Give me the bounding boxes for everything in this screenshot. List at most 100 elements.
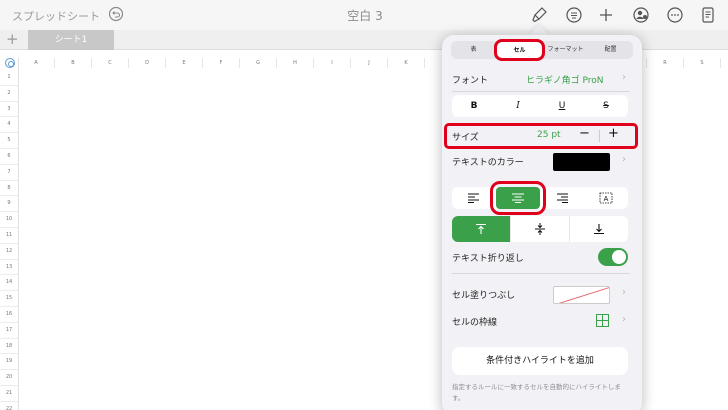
horizontal-align-bar: A [452, 181, 628, 215]
font-value: ヒラギノ角ゴ ProN [526, 76, 604, 86]
strikethrough-button[interactable]: S [584, 95, 628, 117]
column-header[interactable]: C [92, 58, 129, 68]
align-justify-button[interactable]: A [584, 187, 628, 209]
more-icon[interactable] [666, 6, 684, 24]
font-row[interactable]: フォント ヒラギノ角ゴ ProN › [442, 68, 642, 90]
format-popover: 表 セル フォーマット 配置 フォント ヒラギノ角ゴ ProN › B I U … [442, 35, 642, 410]
cell-fill-row[interactable]: セル塗りつぶし › [442, 283, 642, 305]
conditional-highlight-note: 指定するルールに一致するセルを自動的にハイライトします。 [452, 383, 621, 402]
increase-size-button[interactable]: + [608, 126, 619, 141]
font-label: フォント [452, 76, 489, 86]
row-header[interactable]: 4 [0, 117, 18, 134]
column-header[interactable]: R [647, 58, 684, 68]
sheet-tab[interactable]: シート1 [28, 30, 114, 50]
wrap-text-toggle[interactable] [598, 248, 628, 266]
underline-button[interactable]: U [540, 95, 584, 117]
text-color-swatch[interactable] [553, 153, 610, 171]
decrease-size-button[interactable]: − [579, 126, 590, 141]
row-header[interactable]: 11 [0, 228, 18, 244]
document-title[interactable]: 空白 3 [320, 7, 410, 24]
italic-button[interactable]: I [496, 95, 540, 117]
insert-icon[interactable] [565, 6, 583, 24]
tab-format[interactable]: フォーマット [543, 41, 588, 59]
column-header[interactable]: A [18, 58, 55, 68]
row-header[interactable]: 10 [0, 212, 18, 228]
row-header[interactable]: 5 [0, 133, 18, 149]
border-grid-icon[interactable] [596, 314, 609, 327]
bold-button[interactable]: B [452, 95, 496, 117]
column-header[interactable]: B [55, 58, 92, 68]
column-header[interactable]: H [277, 58, 314, 68]
row-header[interactable]: 9 [0, 196, 18, 213]
text-color-row[interactable]: テキストのカラー › [442, 150, 642, 172]
align-middle-icon [535, 223, 545, 235]
column-header[interactable]: D [129, 58, 166, 68]
row-header[interactable]: 18 [0, 339, 18, 355]
row-header[interactable]: 19 [0, 354, 18, 371]
column-header[interactable]: G [240, 58, 277, 68]
row-header[interactable]: 2 [0, 86, 18, 102]
column-header[interactable]: F [203, 58, 240, 68]
row-headers: 1 2 3 4 5 6 7 8 9 10 11 12 13 14 15 16 17 18 19 20 21 22 [0, 70, 18, 410]
format-brush-icon[interactable] [531, 6, 549, 24]
wrap-text-label: テキスト折り返し [452, 254, 524, 264]
row-header[interactable]: 8 [0, 181, 18, 197]
row-header[interactable]: 12 [0, 244, 18, 260]
row-header[interactable]: 13 [0, 260, 18, 276]
add-conditional-highlight-button[interactable]: 条件付きハイライトを追加 [452, 347, 628, 375]
tab-cell[interactable]: セル [494, 39, 545, 61]
row-header[interactable]: 17 [0, 323, 18, 339]
no-fill-icon [558, 287, 609, 303]
row-header[interactable]: 3 [0, 102, 18, 118]
grid-divider [18, 58, 19, 410]
align-center-button[interactable] [490, 181, 546, 215]
row-header[interactable]: 1 [0, 70, 18, 86]
text-style-bar: B I U S [452, 95, 628, 117]
undo-icon[interactable] [108, 6, 124, 22]
cell-fill-label: セル塗りつぶし [452, 291, 516, 301]
row-header[interactable]: 6 [0, 149, 18, 165]
size-value[interactable]: 25 pt [537, 130, 561, 140]
tab-table[interactable]: 表 [451, 41, 496, 59]
row-header[interactable]: 15 [0, 291, 18, 307]
cell-border-row[interactable]: セルの枠線 › [442, 310, 642, 332]
add-icon[interactable] [597, 6, 615, 24]
align-right-button[interactable] [540, 187, 584, 209]
back-to-spreadsheets-link[interactable]: スプレッドシート [12, 8, 100, 24]
divider [452, 273, 630, 274]
column-header[interactable]: I [314, 58, 351, 68]
document-icon[interactable] [699, 6, 717, 24]
align-middle-button[interactable] [511, 216, 570, 242]
tab-arrange[interactable]: 配置 [588, 41, 633, 59]
align-bottom-button[interactable] [570, 216, 628, 242]
column-header[interactable]: E [166, 58, 203, 68]
row-header[interactable]: 20 [0, 370, 18, 386]
vertical-align-bar [452, 216, 628, 242]
add-sheet-button[interactable]: + [6, 31, 19, 48]
collaborate-icon[interactable] [632, 6, 650, 24]
row-header[interactable]: 22 [0, 402, 18, 410]
size-label: サイズ [452, 133, 479, 143]
top-toolbar: スプレッドシート 空白 3 [0, 0, 728, 30]
select-all-button[interactable] [5, 58, 15, 68]
column-header[interactable]: K [388, 58, 425, 68]
align-bottom-icon [594, 224, 604, 235]
row-header[interactable]: 16 [0, 307, 18, 323]
divider [599, 130, 600, 142]
align-top-icon [476, 223, 486, 234]
cell-fill-swatch[interactable] [553, 286, 610, 304]
cell-border-label: セルの枠線 [452, 318, 498, 328]
row-header[interactable]: 21 [0, 386, 18, 402]
align-top-button[interactable] [452, 216, 511, 242]
svg-text:A: A [604, 196, 609, 203]
align-left-button[interactable] [452, 187, 496, 209]
column-header[interactable]: J [351, 58, 388, 68]
size-row: サイズ 25 pt − + [442, 125, 642, 147]
row-header[interactable]: 7 [0, 165, 18, 181]
chevron-right-icon: › [622, 154, 626, 165]
wrap-text-row: テキスト折り返し [442, 246, 642, 268]
column-header[interactable]: S [684, 58, 721, 68]
chevron-right-icon: › [622, 72, 626, 83]
row-header[interactable]: 14 [0, 275, 18, 292]
align-left-icon [468, 193, 479, 203]
